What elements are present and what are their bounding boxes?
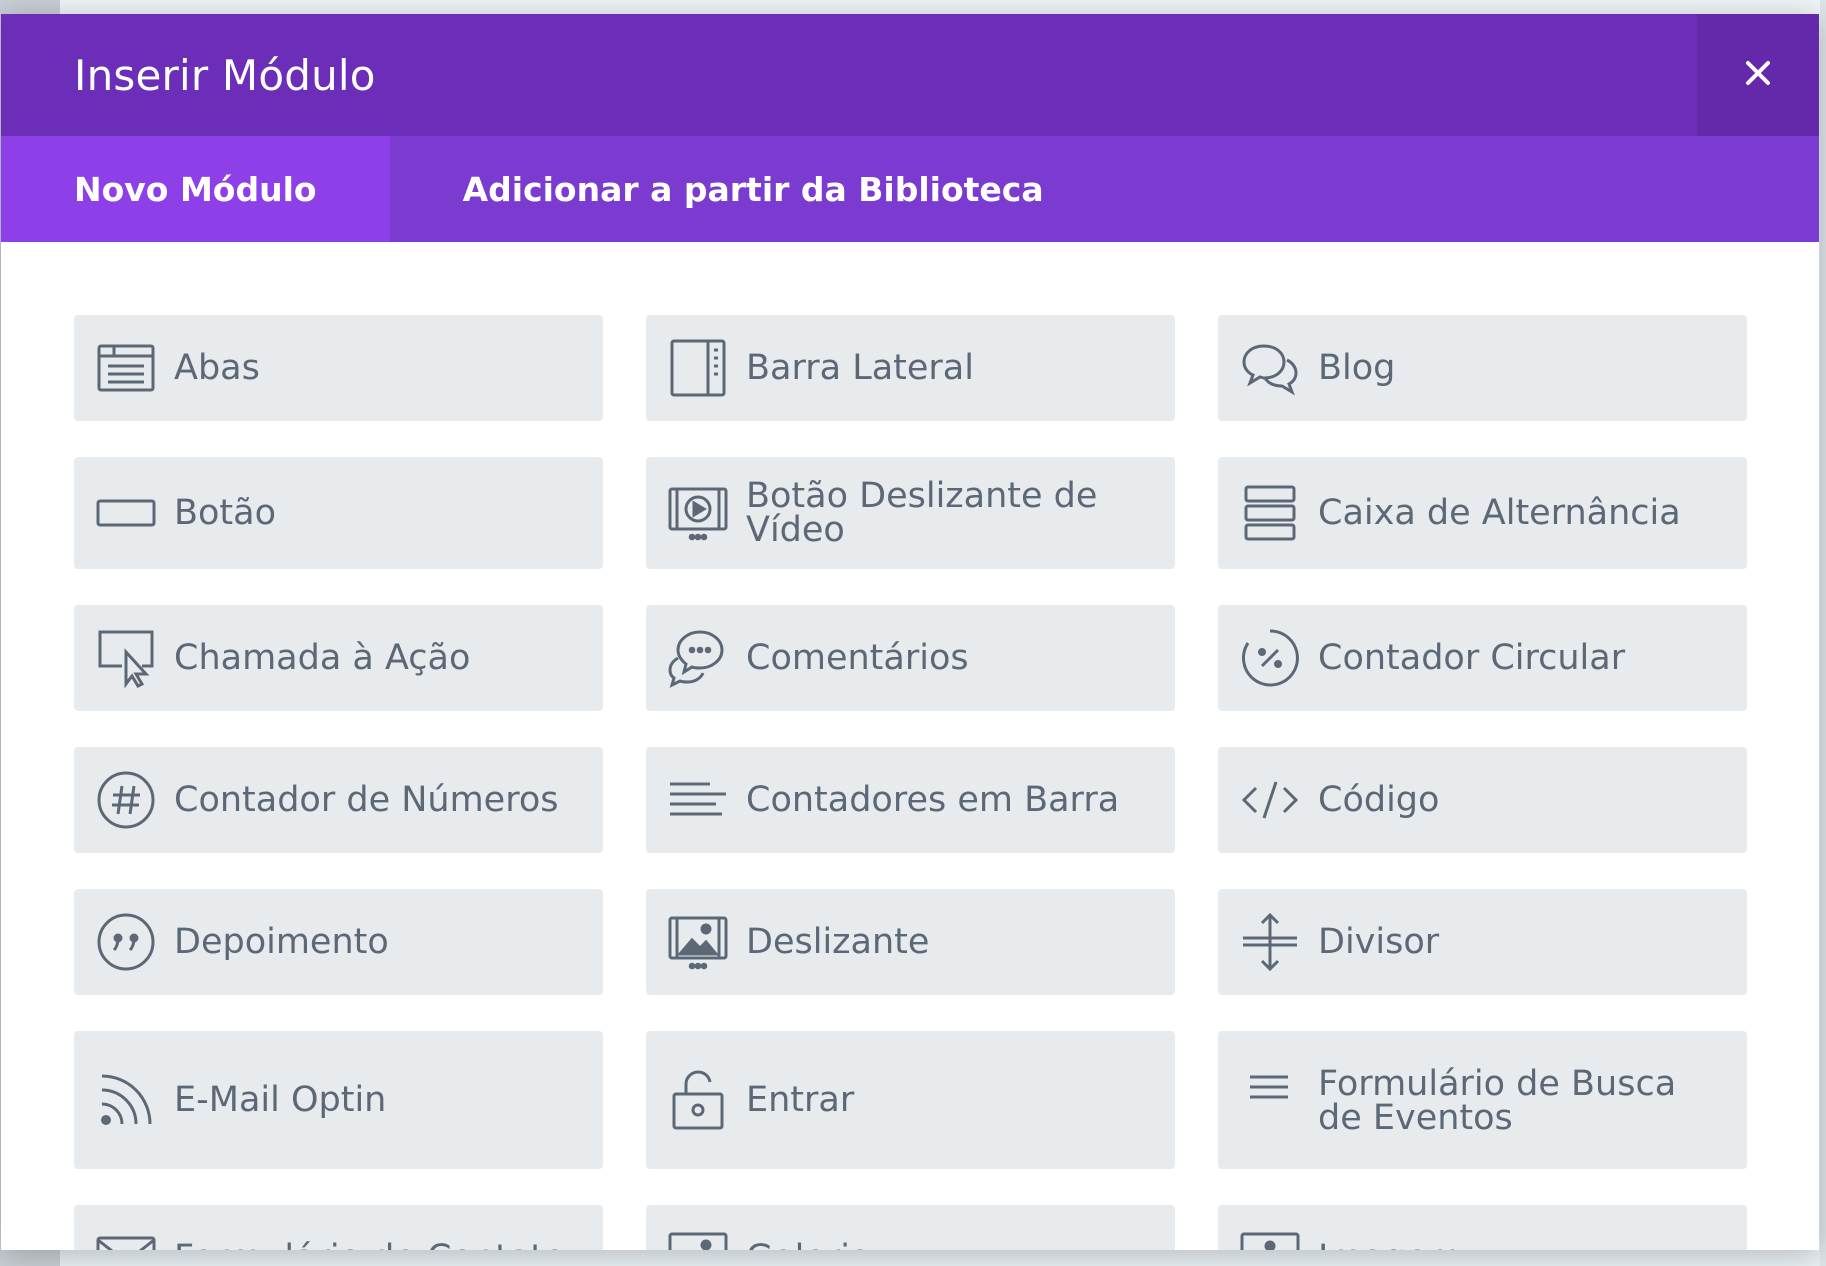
- module-label: Formulário de Busca de Eventos: [1318, 1064, 1677, 1138]
- toggle-icon: [1240, 483, 1300, 543]
- tab-new-module[interactable]: Novo Módulo: [1, 136, 390, 242]
- bar-counters-icon: [668, 770, 728, 830]
- module-number-counter[interactable]: Contador de Números: [74, 747, 603, 853]
- module-sidebar[interactable]: Barra Lateral: [646, 315, 1175, 421]
- module-label: Botão Deslizante de Vídeo: [746, 476, 1098, 550]
- module-label: Caixa de Alternância: [1318, 493, 1681, 533]
- module-label: Galeria: [746, 1241, 871, 1251]
- event-search-icon: [1240, 1059, 1300, 1119]
- module-label: Imagem: [1318, 1241, 1462, 1251]
- module-label: Comentários: [746, 638, 969, 678]
- insert-module-modal: Inserir Módulo Novo Módulo Adicionar a p…: [1, 14, 1819, 1250]
- tabs-icon: [96, 338, 156, 398]
- module-grid: Abas Barra Lateral Blog Botão Botão Desl: [74, 315, 1748, 1250]
- divider-icon: [1240, 912, 1300, 972]
- module-login[interactable]: Entrar: [646, 1031, 1175, 1169]
- module-label: Formulário de Contato: [174, 1241, 565, 1251]
- code-icon: [1240, 770, 1300, 830]
- module-testimonial[interactable]: Depoimento: [74, 889, 603, 995]
- module-label: Barra Lateral: [746, 348, 974, 388]
- modal-title: Inserir Módulo: [74, 50, 376, 100]
- modal-header: Inserir Módulo: [1, 14, 1819, 136]
- module-label: Deslizante: [746, 922, 930, 962]
- close-button[interactable]: [1697, 14, 1819, 136]
- module-tabs[interactable]: Abas: [74, 315, 603, 421]
- module-call-to-action[interactable]: Chamada à Ação: [74, 605, 603, 711]
- call-to-action-icon: [96, 628, 156, 688]
- email-optin-icon: [96, 1070, 156, 1130]
- module-label: E-Mail Optin: [174, 1080, 387, 1120]
- module-button[interactable]: Botão: [74, 457, 603, 569]
- tab-add-from-library[interactable]: Adicionar a partir da Biblioteca: [390, 136, 1117, 242]
- comments-icon: [668, 628, 728, 688]
- contact-form-icon: [96, 1228, 156, 1250]
- close-icon: [1745, 60, 1771, 91]
- button-icon: [96, 483, 156, 543]
- slider-icon: [668, 912, 728, 972]
- module-label: Abas: [174, 348, 260, 388]
- testimonial-icon: [96, 912, 156, 972]
- module-code[interactable]: Código: [1218, 747, 1747, 853]
- video-slider-icon: [668, 483, 728, 543]
- module-label: Divisor: [1318, 922, 1440, 962]
- module-label: Blog: [1318, 348, 1396, 388]
- module-blog[interactable]: Blog: [1218, 315, 1747, 421]
- blog-icon: [1240, 338, 1300, 398]
- module-toggle[interactable]: Caixa de Alternância: [1218, 457, 1747, 569]
- sidebar-icon: [668, 338, 728, 398]
- module-label: Contador de Números: [174, 780, 559, 820]
- module-divider[interactable]: Divisor: [1218, 889, 1747, 995]
- module-label: Código: [1318, 780, 1440, 820]
- module-label: Botão: [174, 493, 277, 533]
- module-label: Contador Circular: [1318, 638, 1626, 678]
- module-event-search-form[interactable]: Formulário de Busca de Eventos: [1218, 1031, 1747, 1169]
- module-label: Chamada à Ação: [174, 638, 471, 678]
- module-comments[interactable]: Comentários: [646, 605, 1175, 711]
- login-icon: [668, 1070, 728, 1130]
- module-label: Depoimento: [174, 922, 389, 962]
- module-email-optin[interactable]: E-Mail Optin: [74, 1031, 603, 1169]
- background-page-right: [1820, 0, 1826, 1266]
- module-label: Contadores em Barra: [746, 780, 1120, 820]
- module-circle-counter[interactable]: Contador Circular: [1218, 605, 1747, 711]
- module-slider[interactable]: Deslizante: [646, 889, 1175, 995]
- module-label: Entrar: [746, 1080, 855, 1120]
- module-contact-form[interactable]: Formulário de Contato: [74, 1205, 603, 1250]
- gallery-icon: [668, 1228, 728, 1250]
- image-icon: [1240, 1228, 1300, 1250]
- circle-counter-icon: [1240, 628, 1300, 688]
- module-bar-counters[interactable]: Contadores em Barra: [646, 747, 1175, 853]
- module-image[interactable]: Imagem: [1218, 1205, 1747, 1250]
- module-gallery[interactable]: Galeria: [646, 1205, 1175, 1250]
- number-counter-icon: [96, 770, 156, 830]
- modal-tabs: Novo Módulo Adicionar a partir da Biblio…: [1, 136, 1819, 242]
- module-video-slider[interactable]: Botão Deslizante de Vídeo: [646, 457, 1175, 569]
